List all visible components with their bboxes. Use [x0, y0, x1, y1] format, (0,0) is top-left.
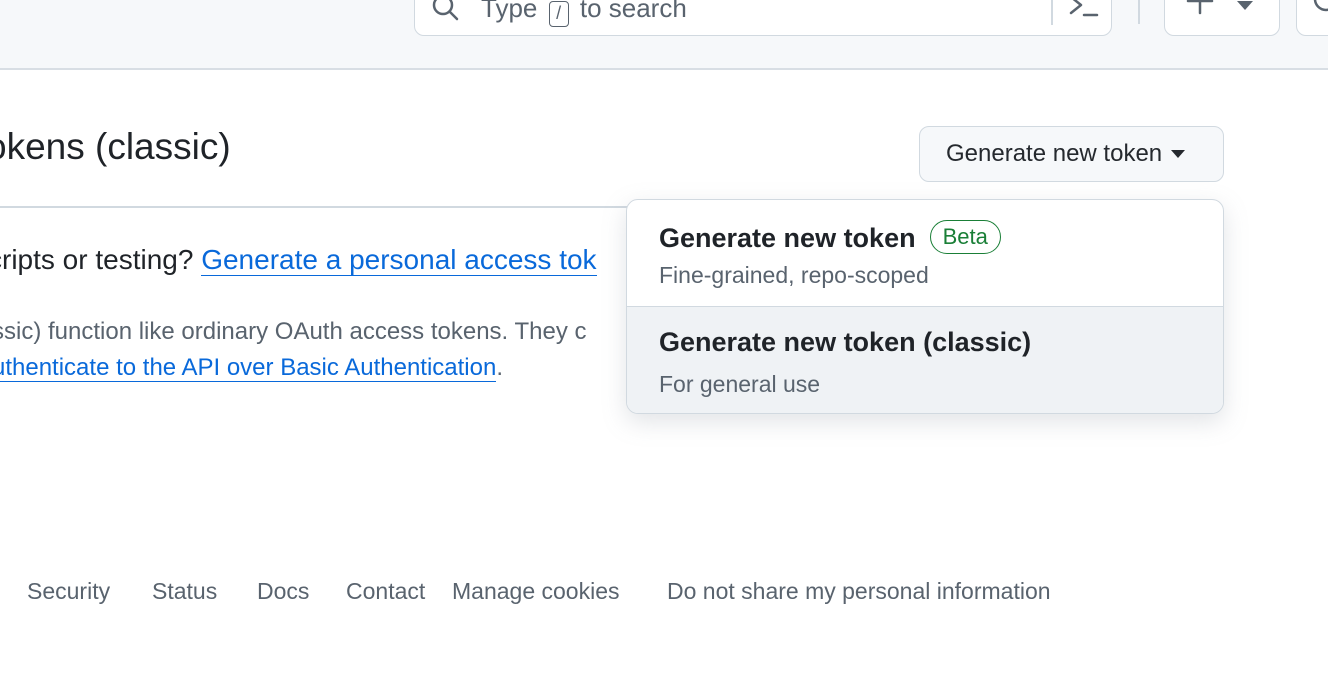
footer-link-contact[interactable]: Contact	[346, 578, 425, 605]
description-text-2: uthenticate to the API over Basic Authen…	[0, 354, 503, 382]
menu-item-title: Generate new token Beta	[659, 220, 1001, 254]
triangle-down-icon	[1237, 1, 1253, 10]
title-divider	[0, 206, 660, 208]
search-input[interactable]: Type / to search	[414, 0, 1112, 36]
period: .	[496, 354, 503, 381]
issue-icon	[1313, 0, 1328, 12]
terminal-icon[interactable]	[1067, 0, 1099, 23]
generate-pat-link[interactable]: Generate a personal access tok	[201, 244, 597, 276]
issues-button[interactable]	[1296, 0, 1328, 36]
generate-new-token-button[interactable]: Generate new token	[919, 126, 1224, 182]
menu-item-fine-grained[interactable]: Generate new token Beta Fine-grained, rep…	[627, 200, 1223, 306]
search-icon	[432, 0, 459, 21]
menu-item-title: Generate new token (classic)	[659, 327, 1032, 357]
beta-badge: Beta	[929, 220, 1001, 254]
generate-button-label: Generate new token	[946, 140, 1163, 167]
search-placeholder: Type / to search	[481, 0, 687, 27]
triangle-down-icon	[1171, 150, 1186, 158]
header-separator	[1138, 0, 1140, 24]
menu-item-classic[interactable]: Generate new token (classic) For general…	[627, 306, 1223, 413]
footer-link-security[interactable]: Security	[27, 578, 110, 605]
top-header: Type / to search	[0, 0, 1328, 70]
plus-icon	[1186, 0, 1214, 15]
basic-auth-link[interactable]: uthenticate to the API over Basic Authen…	[0, 354, 497, 382]
create-new-button[interactable]	[1164, 0, 1280, 36]
description-text: ssic) function like ordinary OAuth acces…	[0, 318, 587, 345]
slash-key: /	[548, 1, 569, 27]
intro-text: cripts or testing? Generate a personal a…	[0, 244, 597, 276]
page-title: okens (classic)	[0, 126, 231, 167]
menu-item-description: For general use	[659, 371, 821, 397]
footer-link-status[interactable]: Status	[152, 578, 217, 605]
footer-link-manage-cookies[interactable]: Manage cookies	[452, 578, 620, 605]
generate-token-menu: Generate new token Beta Fine-grained, rep…	[626, 199, 1224, 414]
search-divider	[1051, 0, 1053, 25]
intro-lead: cripts or testing?	[0, 244, 194, 275]
menu-item-description: Fine-grained, repo-scoped	[659, 262, 929, 288]
footer-link-do-not-share[interactable]: Do not share my personal information	[667, 578, 1051, 605]
footer-link-docs[interactable]: Docs	[257, 578, 309, 605]
